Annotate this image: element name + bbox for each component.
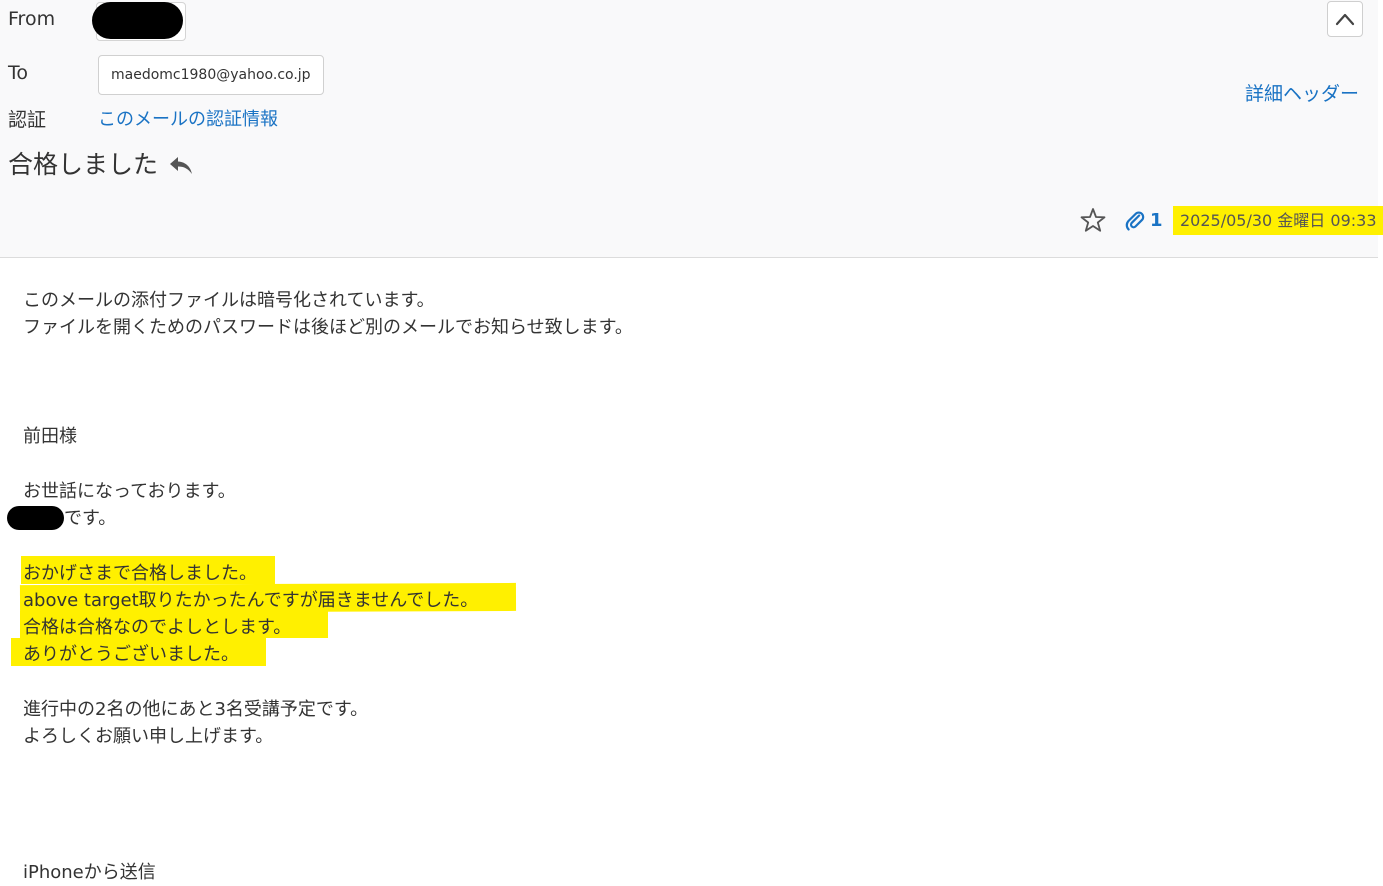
highlight-line-2: above target取りたかったんですが届きませんでした。: [23, 590, 479, 611]
attachment-indicator[interactable]: 1: [1124, 208, 1163, 234]
collapse-header-button[interactable]: [1327, 1, 1363, 37]
sender-suffix: です。: [64, 508, 117, 529]
attachment-count: 1: [1150, 210, 1163, 231]
plan-line-1: 進行中の2名の他にあと3名受講予定です。: [23, 699, 369, 720]
highlight-line-3: 合格は合格なのでよしとします。: [23, 617, 292, 638]
greeting-line: お世話になっております。: [23, 481, 236, 502]
paperclip-icon: [1125, 211, 1145, 231]
sender-redaction: [7, 506, 64, 530]
notice-line-2: ファイルを開くためのパスワードは後ほど別のメールでお知らせ致します。: [23, 317, 633, 338]
subject-title: 合格しました: [8, 150, 159, 179]
highlight-line-4: ありがとうございました。: [23, 644, 239, 665]
star-icon[interactable]: [1080, 207, 1106, 233]
from-label: From: [8, 8, 56, 30]
to-label: To: [8, 62, 29, 84]
greeting-name: 前田様: [23, 426, 77, 447]
detail-header-link[interactable]: 詳細ヘッダー: [1245, 82, 1359, 106]
reply-icon[interactable]: [168, 154, 194, 176]
auth-label: 認証: [8, 109, 47, 131]
mail-date: 2025/05/30 金曜日 09:33: [1180, 211, 1377, 230]
highlight-line-1: おかげさまで合格しました。: [23, 563, 257, 584]
signature: iPhoneから送信: [23, 862, 156, 883]
from-redaction: [92, 2, 183, 39]
chevron-up-icon: [1335, 13, 1355, 26]
auth-info-link[interactable]: このメールの認証情報: [98, 108, 278, 132]
mail-header: From To maedomc1980@yahoo.co.jp 認証 このメール…: [0, 0, 1383, 258]
subject-line: 合格しました: [8, 148, 194, 182]
plan-line-2: よろしくお願い申し上げます。: [23, 726, 274, 747]
to-address-chip[interactable]: maedomc1980@yahoo.co.jp: [98, 55, 324, 95]
notice-line-1: このメールの添付ファイルは暗号化されています。: [23, 290, 435, 311]
